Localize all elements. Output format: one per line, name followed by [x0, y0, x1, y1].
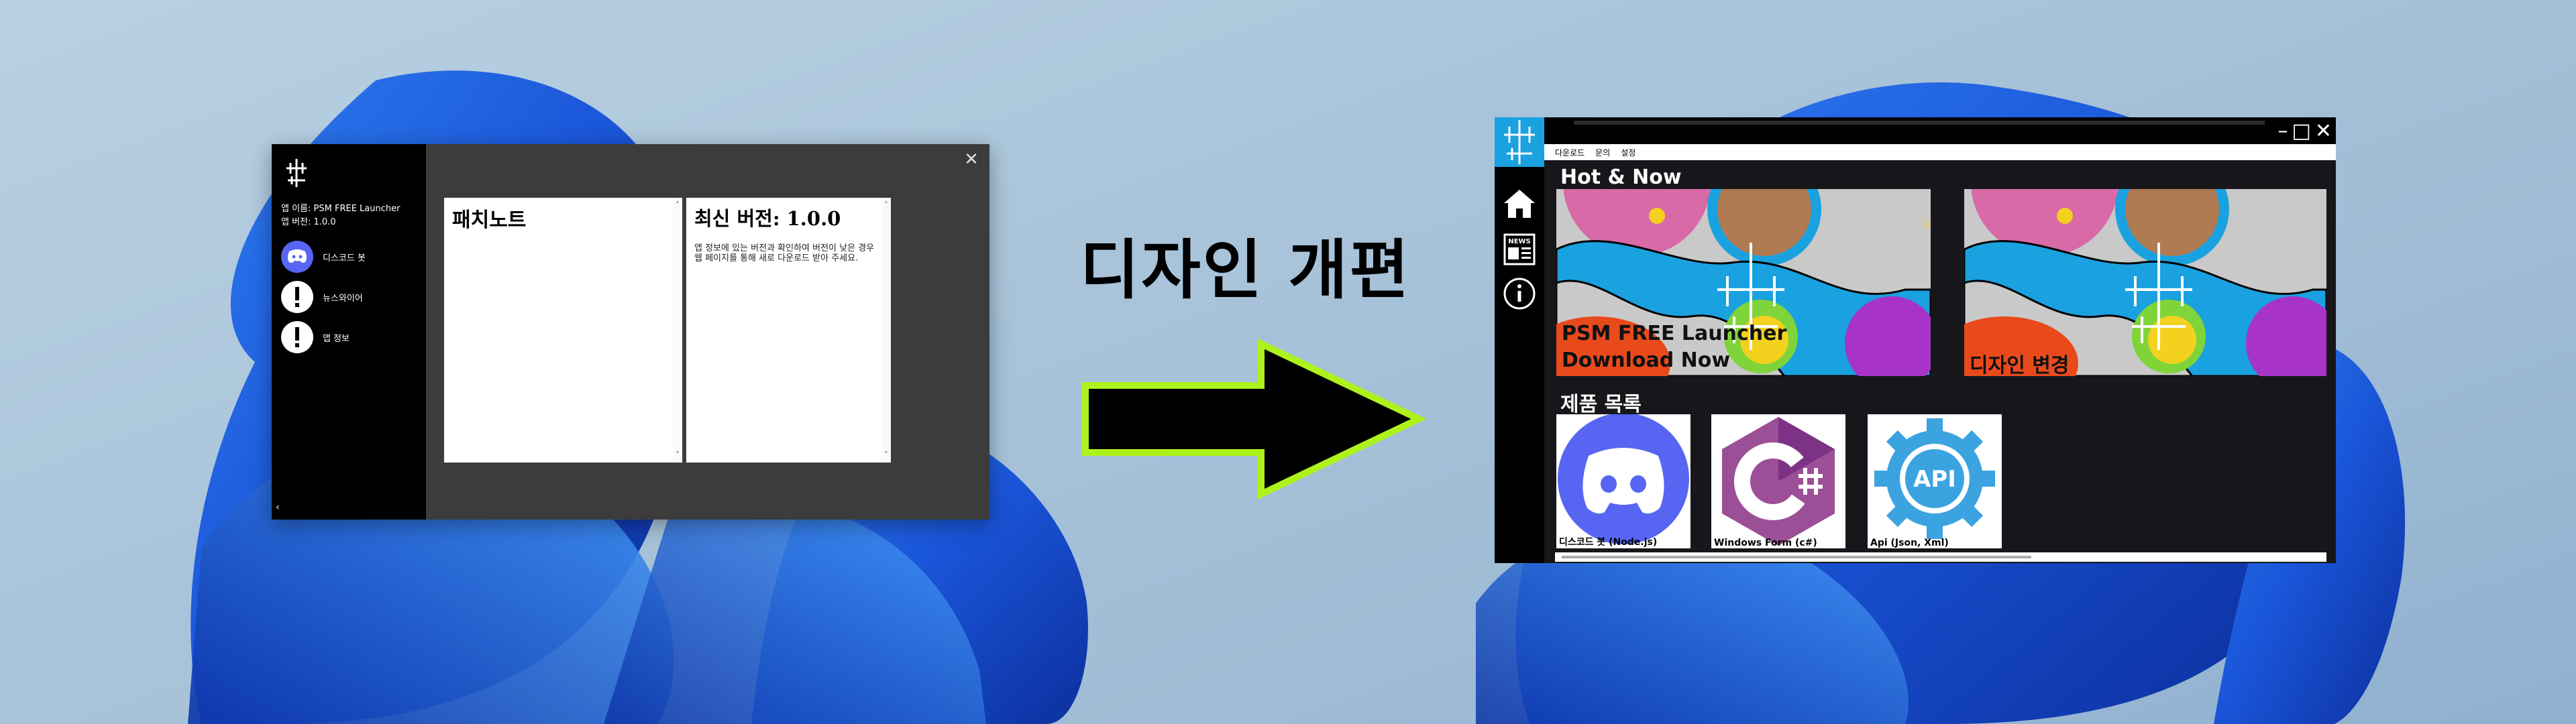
product-card-api[interactable]: API Api (Json, Xml): [1868, 414, 2002, 548]
info-icon[interactable]: [1500, 274, 1539, 313]
discord-icon: [1558, 414, 1689, 544]
latest-version-scrollbar[interactable]: ˄ ˅: [881, 198, 891, 463]
close-button[interactable]: ✕: [960, 148, 983, 171]
patch-notes-scrollbar[interactable]: ˄ ˅: [673, 198, 682, 463]
app-version-text: 앱 버전: 1.0.0: [281, 217, 336, 227]
horizontal-scrollbar[interactable]: [1555, 552, 2326, 562]
scroll-up-icon[interactable]: ˄: [881, 200, 891, 210]
app-info: 앱 이름: PSM FREE Launcher 앱 버전: 1.0.0: [281, 202, 400, 229]
sidebar-item-newswire[interactable]: 뉴스와이어: [281, 278, 422, 316]
latest-version-panel[interactable]: 최신 버전: 1.0.0 앱 정보에 있는 버전과 확인하여 버전이 낮은 경우…: [686, 198, 891, 463]
sidebar-item-label: 뉴스와이어: [323, 293, 363, 304]
sidebar-item-label: 디스코드 봇: [323, 253, 366, 263]
new-sidebar: NEWS: [1495, 167, 1544, 563]
scroll-down-icon[interactable]: ˅: [881, 450, 891, 460]
news-icon[interactable]: NEWS: [1500, 230, 1539, 269]
banner-title: 디자인 변경: [1970, 354, 2070, 376]
menu-inquiry[interactable]: 문의: [1595, 147, 1610, 158]
headline-text: 디자인 개편: [1080, 233, 1411, 308]
menu-settings[interactable]: 설정: [1621, 147, 1635, 158]
api-icon-text: API: [1913, 466, 1956, 493]
banner-subtitle: Download Now: [1562, 349, 1731, 372]
menu-download[interactable]: 다운로드: [1555, 147, 1585, 158]
latest-version-title: 최신 버전: 1.0.0: [694, 207, 841, 230]
menu-bar: 다운로드 문의 설정: [1544, 144, 2336, 160]
window-controls: – □ ✕: [2278, 121, 2332, 141]
new-launcher-window: – □ ✕ 다운로드 문의 설정 NEWS Hot & Now PSM FREE…: [1495, 117, 2336, 563]
app-logo-icon: [1495, 117, 1544, 167]
alert-icon: [281, 281, 313, 313]
old-launcher-window: 앱 이름: PSM FREE Launcher 앱 버전: 1.0.0 디스코드…: [272, 144, 989, 520]
close-button[interactable]: ✕: [2315, 121, 2332, 141]
sidebar-item-app-info[interactable]: 앱 정보: [281, 318, 422, 356]
api-gear-icon: API: [1874, 418, 1995, 539]
maximize-button[interactable]: □: [2292, 121, 2311, 141]
patch-notes-panel[interactable]: 패치노트 ˄ ˅: [444, 198, 682, 463]
minimize-button[interactable]: –: [2278, 121, 2288, 141]
scroll-down-icon[interactable]: ˅: [673, 450, 682, 460]
title-bar-drag-area[interactable]: [1574, 121, 2265, 125]
product-card-windows-form[interactable]: Windows Form (c#): [1711, 414, 1845, 548]
right-arrow-icon: [1082, 339, 1427, 499]
product-label: 디스코드 봇 (Node.js): [1559, 537, 1658, 548]
home-icon[interactable]: [1500, 184, 1539, 223]
product-label: Windows Form (c#): [1714, 538, 1817, 548]
banner-design-change[interactable]: 디자인 변경: [1964, 189, 2326, 376]
discord-icon: [281, 241, 313, 273]
banner-title: PSM FREE Launcher: [1562, 322, 1787, 345]
app-logo-icon: [281, 158, 312, 191]
app-name-text: 앱 이름: PSM FREE Launcher: [281, 204, 400, 214]
hot-now-title: Hot & Now: [1560, 166, 1682, 189]
latest-version-text: 앱 정보에 있는 버전과 확인하여 버전이 낮은 경우 웹 페이지를 통해 새로…: [694, 243, 875, 263]
patch-notes-title: 패치노트: [452, 208, 527, 232]
banner-download[interactable]: PSM FREE Launcher Download Now: [1556, 189, 1931, 376]
news-icon-text: NEWS: [1508, 238, 1530, 245]
csharp-icon: [1722, 417, 1835, 546]
product-label: Api (Json, Xml): [1870, 538, 1949, 548]
sidebar-item-discord-bot[interactable]: 디스코드 봇: [281, 238, 422, 276]
product-card-discord-bot[interactable]: 디스코드 봇 (Node.js): [1556, 414, 1690, 548]
sidebar-item-label: 앱 정보: [323, 333, 350, 344]
back-button[interactable]: ‹: [276, 502, 280, 513]
products-title: 제품 목록: [1560, 393, 1642, 416]
scrollbar-thumb[interactable]: [1562, 556, 2031, 558]
alert-icon: [281, 321, 313, 353]
scroll-up-icon[interactable]: ˄: [673, 200, 682, 210]
old-sidebar: 앱 이름: PSM FREE Launcher 앱 버전: 1.0.0 디스코드…: [272, 144, 426, 520]
